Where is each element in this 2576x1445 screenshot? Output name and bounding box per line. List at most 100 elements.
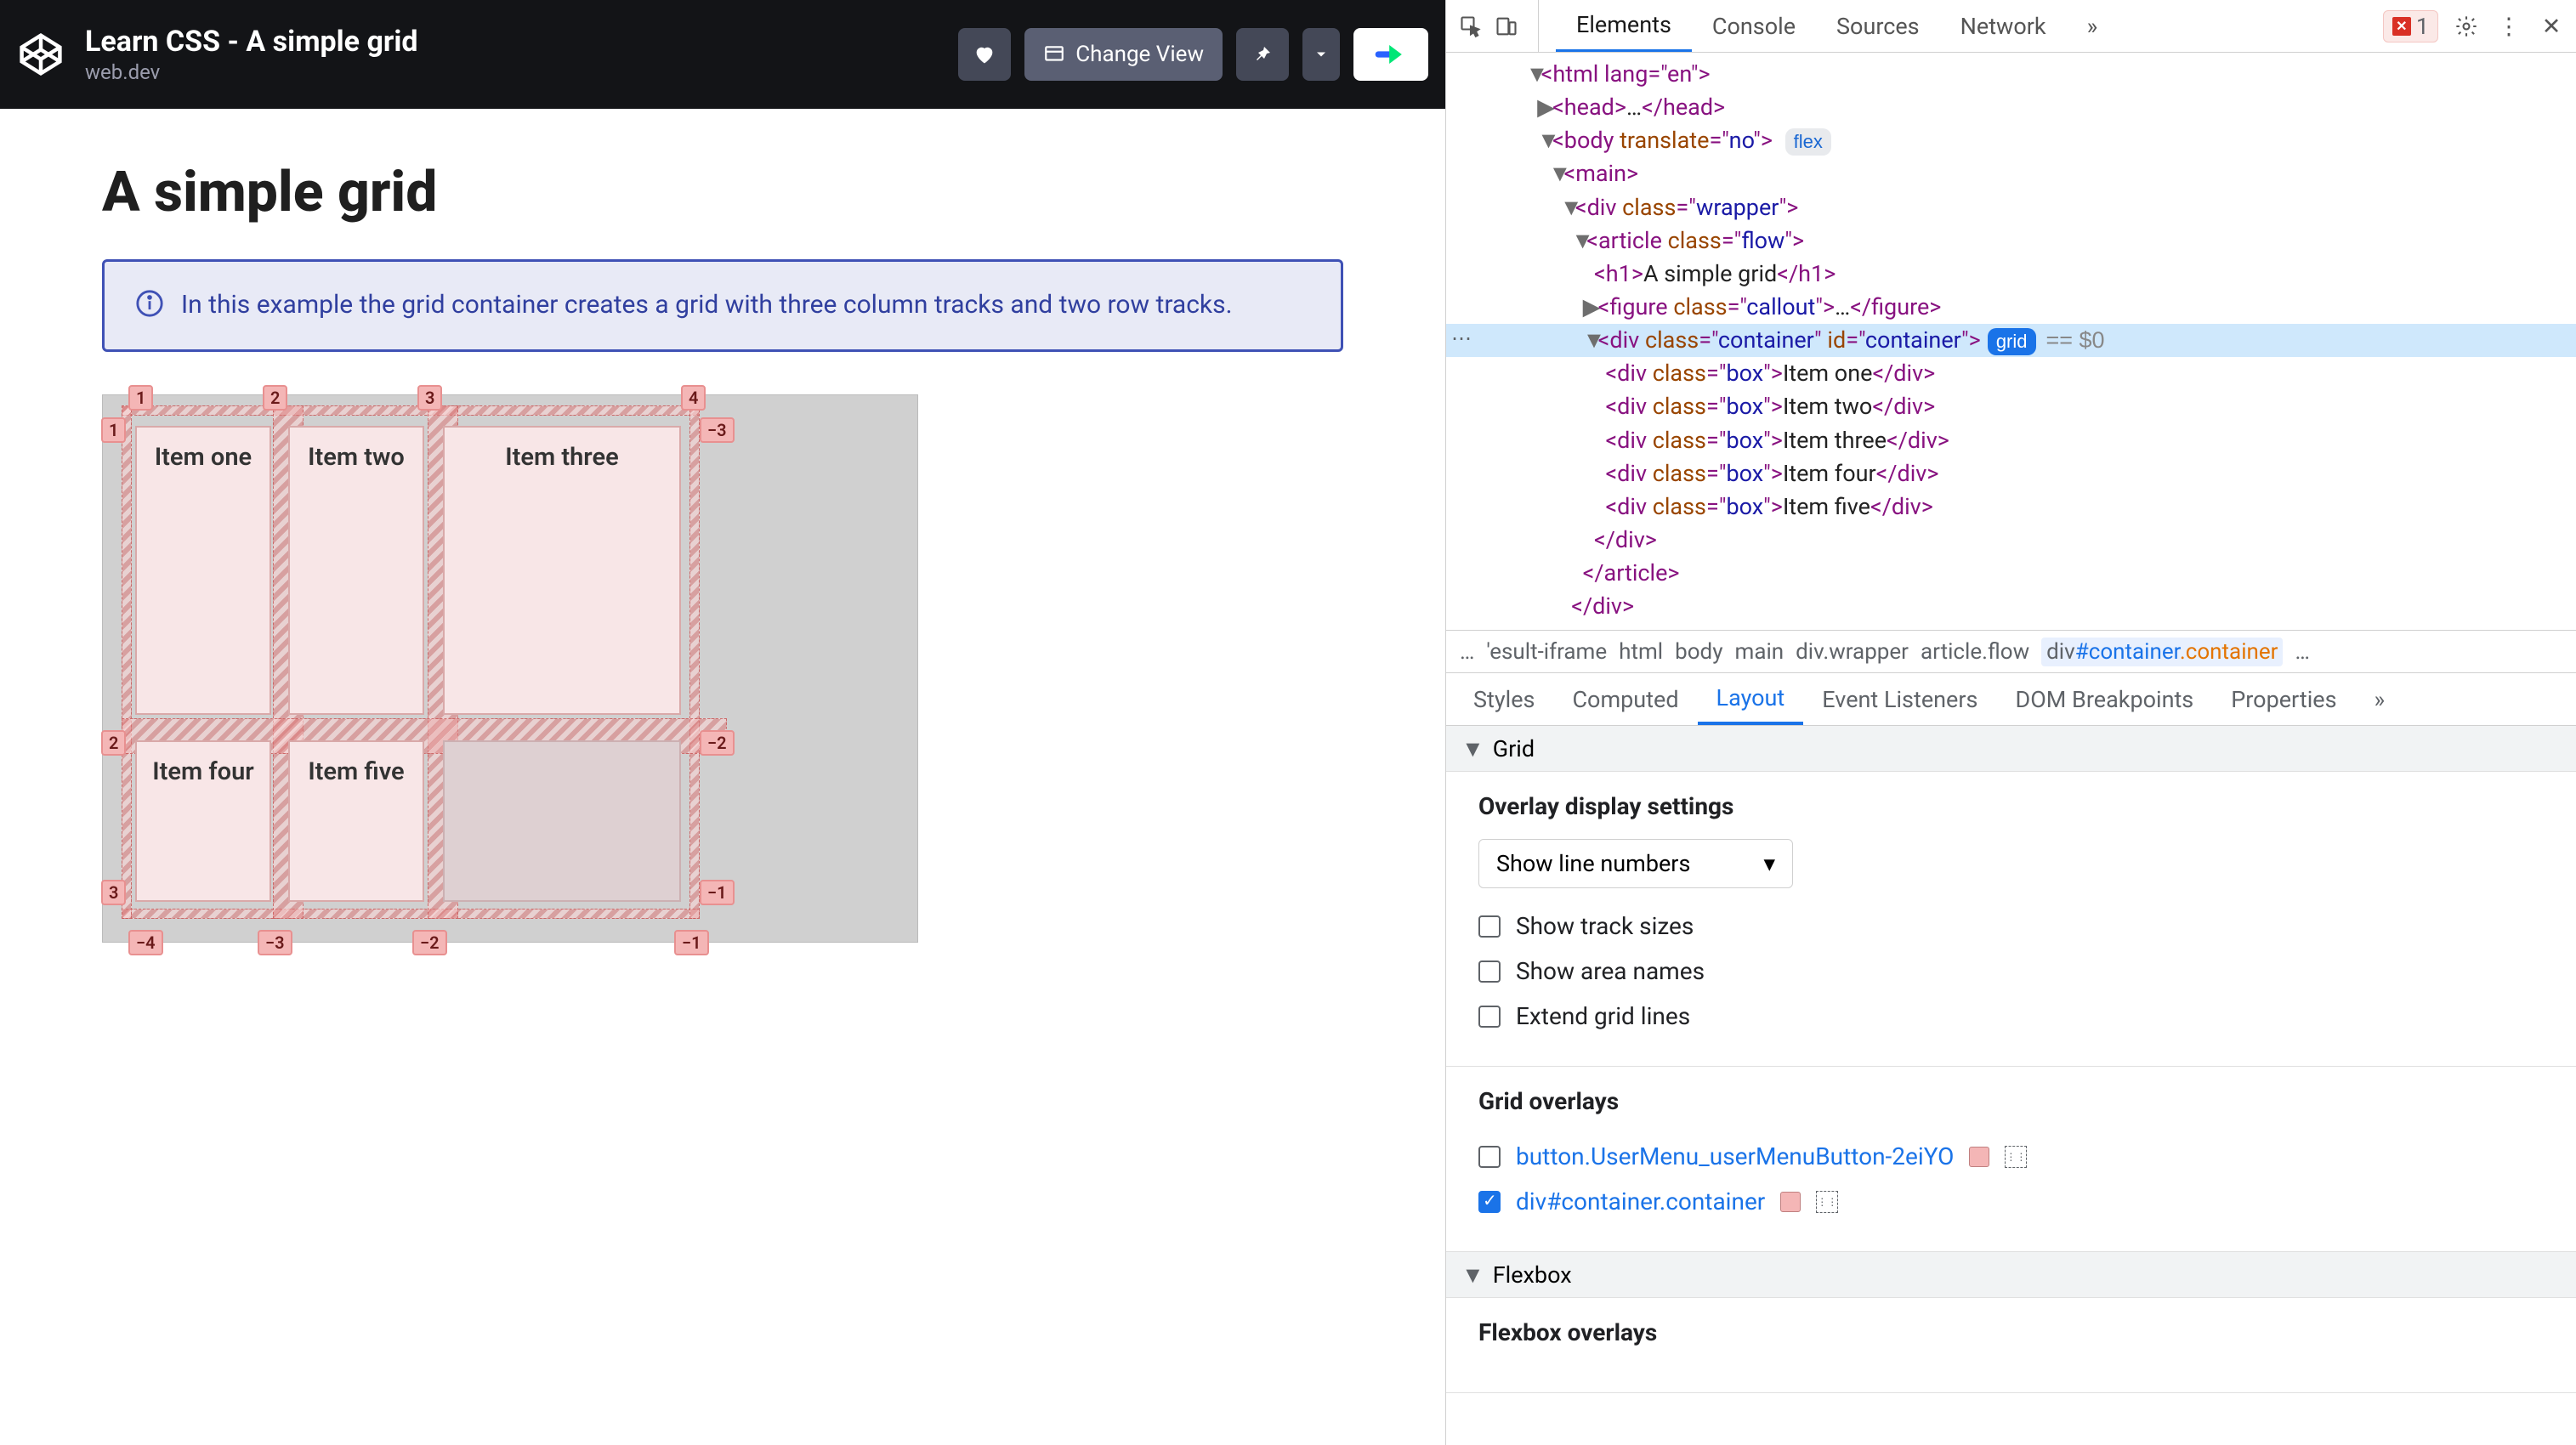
- breadcrumb-more[interactable]: …: [1460, 639, 1474, 665]
- change-view-label: Change View: [1075, 42, 1204, 67]
- grid-section-header[interactable]: ▼Grid: [1446, 726, 2576, 772]
- tab-dom-breakpoints[interactable]: DOM Breakpoints: [1996, 673, 2212, 725]
- error-badge[interactable]: ✕1: [2383, 10, 2438, 42]
- dom-node[interactable]: ▼<body translate="no"> flex: [1446, 124, 2576, 157]
- overlay-label[interactable]: div#container.container: [1516, 1187, 1765, 1216]
- line-number: −2: [412, 930, 447, 955]
- devtools-panel: Elements Console Sources Network » ✕1 ⋮ …: [1445, 0, 2576, 1445]
- callout-text: In this example the grid container creat…: [181, 286, 1233, 326]
- grid-gap: [689, 405, 700, 919]
- dom-node[interactable]: <div class="box">Item three</div>: [1446, 424, 2576, 457]
- line-numbers-select[interactable]: Show line numbers ▾: [1478, 839, 1793, 888]
- checkbox-row[interactable]: Show area names: [1478, 949, 2544, 994]
- styles-tabs: Styles Computed Layout Event Listeners D…: [1446, 673, 2576, 726]
- grid-item: Item one: [135, 426, 271, 715]
- grid-item: Item two: [288, 426, 424, 715]
- breadcrumb-item[interactable]: article.flow: [1921, 639, 2029, 665]
- heart-button[interactable]: [958, 28, 1011, 81]
- tabs-more-icon[interactable]: »: [2356, 673, 2404, 725]
- line-number: −4: [128, 930, 163, 955]
- checkbox[interactable]: [1478, 960, 1501, 983]
- dom-node[interactable]: <div class="box">Item four</div>: [1446, 457, 2576, 490]
- topbar: Learn CSS - A simple grid web.dev Change…: [0, 0, 1445, 109]
- tab-sources[interactable]: Sources: [1816, 0, 1940, 52]
- tab-console[interactable]: Console: [1692, 0, 1816, 52]
- color-swatch[interactable]: [1780, 1192, 1801, 1212]
- tab-layout[interactable]: Layout: [1698, 673, 1804, 725]
- devtools-toolbar: Elements Console Sources Network » ✕1 ⋮ …: [1446, 0, 2576, 53]
- dom-node[interactable]: <h1>A simple grid</h1>: [1446, 258, 2576, 291]
- run-button[interactable]: [1353, 28, 1428, 81]
- dropdown-button[interactable]: [1302, 28, 1340, 81]
- grid-item: Item three: [443, 426, 681, 715]
- dashed-icon[interactable]: ⋮⋮: [1816, 1191, 1838, 1213]
- line-number: 1: [128, 385, 153, 411]
- grid-empty-cell: [443, 740, 681, 902]
- dom-node-selected[interactable]: ▼<div class="container" id="container">g…: [1446, 324, 2576, 357]
- checkbox-row[interactable]: Extend grid lines: [1478, 994, 2544, 1039]
- breadcrumb-more[interactable]: …: [2295, 639, 2309, 665]
- checkbox-row[interactable]: Show track sizes: [1478, 904, 2544, 949]
- dom-node[interactable]: </div>: [1446, 590, 2576, 623]
- page-author[interactable]: web.dev: [85, 60, 417, 84]
- checkbox[interactable]: [1478, 1006, 1501, 1028]
- breadcrumb-item-selected[interactable]: div#container.container: [2041, 638, 2283, 666]
- grid-container-overlay: Item one Item two Item three Item four I…: [102, 394, 918, 943]
- dom-node[interactable]: <div class="box">Item one</div>: [1446, 357, 2576, 390]
- pin-button[interactable]: [1236, 28, 1289, 81]
- dom-node[interactable]: ▼<main>: [1446, 157, 2576, 190]
- tab-styles[interactable]: Styles: [1455, 673, 1553, 725]
- layout-panel: ▼Grid Overlay display settings Show line…: [1446, 726, 2576, 1445]
- dashed-icon[interactable]: ⋮⋮: [2005, 1146, 2027, 1168]
- tab-elements[interactable]: Elements: [1556, 0, 1692, 52]
- breadcrumb-item[interactable]: 'esult-iframe: [1486, 639, 1607, 665]
- dom-node[interactable]: ▼<html lang="en">: [1446, 58, 2576, 91]
- overlay-display-heading: Overlay display settings: [1478, 792, 2544, 820]
- codepen-logo: [17, 31, 65, 78]
- checkbox[interactable]: [1478, 1146, 1501, 1168]
- checkbox[interactable]: [1478, 915, 1501, 938]
- section-label: Flexbox: [1493, 1261, 1572, 1289]
- gear-icon[interactable]: [2452, 12, 2481, 41]
- dom-node[interactable]: <div class="box">Item two</div>: [1446, 390, 2576, 423]
- dom-node[interactable]: </article>: [1446, 557, 2576, 590]
- error-count: 1: [2416, 13, 2429, 40]
- breadcrumb-item[interactable]: div.wrapper: [1796, 639, 1909, 665]
- line-number: −2: [700, 730, 735, 756]
- line-number: −3: [700, 417, 735, 443]
- dom-tree[interactable]: ▼<html lang="en"> ▶<head>…</head> ▼<body…: [1446, 53, 2576, 631]
- grid-gap: [122, 405, 700, 416]
- flexbox-overlays-heading: Flexbox overlays: [1478, 1318, 2544, 1346]
- grid-gap: [122, 909, 700, 919]
- breadcrumb-item[interactable]: body: [1675, 639, 1722, 665]
- tab-network[interactable]: Network: [1940, 0, 2067, 52]
- dom-node[interactable]: </div>: [1446, 524, 2576, 557]
- color-swatch[interactable]: [1969, 1147, 1989, 1167]
- layout-icon: [1043, 43, 1065, 65]
- checkbox[interactable]: [1478, 1191, 1501, 1213]
- tabs-more-icon[interactable]: »: [2067, 0, 2119, 52]
- close-icon[interactable]: ✕: [2537, 12, 2566, 41]
- dom-node[interactable]: <div class="box">Item five</div>: [1446, 490, 2576, 524]
- dom-node[interactable]: ▶<figure class="callout">…</figure>: [1446, 291, 2576, 324]
- section-label: Grid: [1493, 735, 1535, 762]
- inspect-icon[interactable]: [1456, 12, 1485, 41]
- dom-node[interactable]: ▼<article class="flow">: [1446, 224, 2576, 258]
- dom-node[interactable]: ▶<head>…</head>: [1446, 91, 2576, 124]
- breadcrumb-item[interactable]: main: [1735, 639, 1784, 665]
- select-value: Show line numbers: [1496, 850, 1690, 877]
- flexbox-section-header[interactable]: ▼Flexbox: [1446, 1252, 2576, 1298]
- line-number: 1: [101, 417, 126, 443]
- dom-node[interactable]: ▼<div class="wrapper">: [1446, 191, 2576, 224]
- grid-item: Item four: [135, 740, 271, 902]
- dom-node[interactable]: </main>: [1446, 623, 2576, 631]
- tab-properties[interactable]: Properties: [2212, 673, 2355, 725]
- page-title[interactable]: Learn CSS - A simple grid: [85, 25, 417, 59]
- device-icon[interactable]: [1492, 12, 1521, 41]
- overlay-label[interactable]: button.UserMenu_userMenuButton-2eiYO: [1516, 1142, 1954, 1170]
- kebab-icon[interactable]: ⋮: [2494, 12, 2523, 41]
- breadcrumb-item[interactable]: html: [1619, 639, 1663, 665]
- tab-event-listeners[interactable]: Event Listeners: [1803, 673, 1996, 725]
- tab-computed[interactable]: Computed: [1553, 673, 1697, 725]
- change-view-button[interactable]: Change View: [1024, 28, 1223, 81]
